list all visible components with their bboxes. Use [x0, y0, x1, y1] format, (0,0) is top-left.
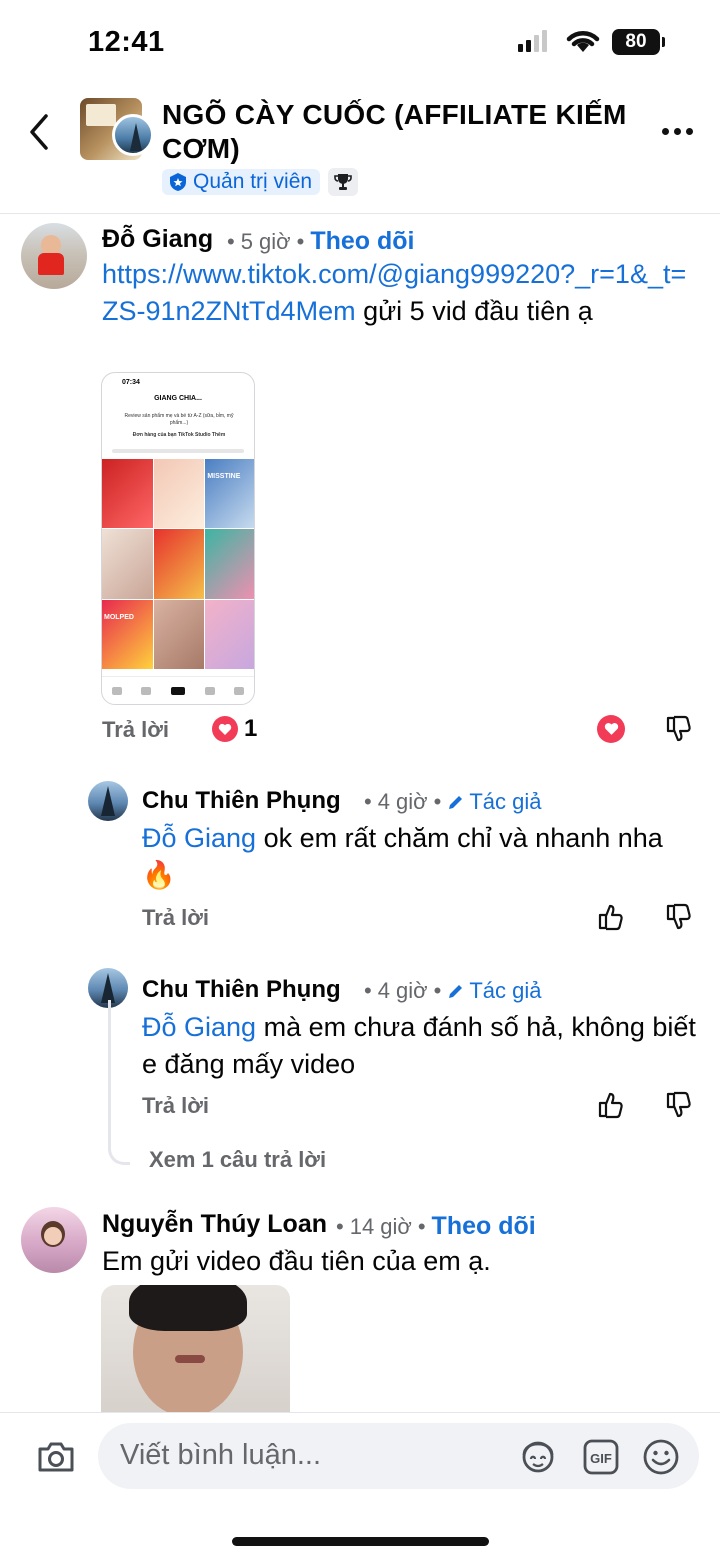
reply-button[interactable]: Trả lời [142, 1093, 209, 1119]
attachment-clock: 07:34 [122, 379, 140, 386]
cellular-signal-icon [518, 30, 547, 52]
meta-separator: • [417, 1213, 426, 1239]
heart-icon [597, 715, 625, 743]
camera-icon[interactable] [36, 1440, 76, 1474]
comment-text: Đỗ Giang mà em chưa đánh số hả, không bi… [142, 1009, 702, 1083]
comment-image-attachment[interactable]: 07:34 GIANG CHIA... Review sản phẩm mẹ v… [101, 372, 255, 705]
reply-button[interactable]: Trả lời [102, 717, 169, 743]
attachment-video-grid: MISSTINE MOLPED [102, 459, 254, 669]
attachment-profile-links: Đơn hàng của bạn TikTok Studio Thêm [132, 432, 226, 438]
pencil-icon [449, 985, 463, 998]
dislike-icon[interactable] [665, 714, 693, 744]
comment-input-placeholder: Viết bình luận... [120, 1439, 322, 1471]
comment-text: Đỗ Giang ok em rất chăm chỉ và nhanh nha… [142, 820, 682, 894]
author-avatar[interactable] [112, 114, 154, 156]
reaction-count: 1 [244, 715, 258, 742]
heart-reaction-icon [212, 716, 238, 742]
love-button[interactable] [597, 715, 625, 743]
admin-badge-label: Quản trị viên [193, 170, 313, 193]
author-badge-label: Tác giả [469, 789, 542, 814]
comment-meta: • 5 giờ • Theo dõi [227, 227, 414, 256]
comment-time: 14 giờ [349, 1213, 412, 1239]
reply-button[interactable]: Trả lời [142, 905, 209, 931]
comment-meta: • 14 giờ • Theo dõi [336, 1212, 536, 1241]
mention-link[interactable]: Đỗ Giang [142, 1012, 256, 1042]
shield-star-icon [170, 173, 186, 191]
avatar-sticker-icon[interactable] [518, 1438, 558, 1476]
meta-separator: • [364, 978, 372, 1003]
attachment-nav-bar [102, 676, 254, 704]
comment-text: Em gửi video đầu tiên của em ạ. [102, 1246, 491, 1276]
meta-separator: • [296, 228, 305, 254]
gif-icon[interactable]: GIF [582, 1438, 620, 1476]
svg-text:GIF: GIF [590, 1451, 612, 1466]
emoji-icon[interactable] [642, 1438, 680, 1476]
reaction-summary[interactable]: 1 [212, 715, 257, 743]
dislike-icon[interactable] [665, 1090, 693, 1120]
comment-meta: • 4 giờ • Tác giả [364, 978, 541, 1004]
comment-meta: • 4 giờ • Tác giả [364, 789, 541, 815]
comment-author-name[interactable]: Đỗ Giang [102, 225, 213, 254]
status-time: 12:41 [88, 26, 165, 58]
comment-time: 4 giờ [377, 978, 428, 1003]
comment-author-name[interactable]: Chu Thiên Phụng [142, 976, 341, 1004]
group-header: NGÕ CÀY CUỐC (AFFILIATE KIẾM CƠM) Quản t… [0, 84, 720, 214]
meta-separator: • [336, 1213, 344, 1239]
avatar-chu-thien-phung[interactable] [88, 781, 128, 821]
admin-badge[interactable]: Quản trị viên [162, 169, 321, 195]
role-badges: Quản trị viên [162, 168, 359, 196]
meta-separator: • [433, 978, 442, 1003]
view-more-replies-button[interactable]: Xem 1 câu trả lời [149, 1147, 326, 1173]
like-icon[interactable] [597, 1090, 625, 1120]
group-title[interactable]: NGÕ CÀY CUỐC (AFFILIATE KIẾM CƠM) [162, 98, 642, 166]
meta-separator: • [433, 789, 442, 814]
meta-separator: • [227, 228, 235, 254]
status-bar: 12:41 80 [0, 0, 720, 84]
battery-icon: 80 [612, 29, 665, 55]
comment-composer: Viết bình luận... GIF [0, 1412, 720, 1557]
author-badge: Tác giả [447, 789, 541, 815]
comment-input[interactable]: Viết bình luận... GIF [98, 1423, 699, 1489]
video-tile-label: MOLPED [104, 613, 134, 621]
more-options-icon[interactable] [662, 128, 693, 135]
comment-text: https://www.tiktok.com/@giang999220?_r=1… [102, 256, 702, 330]
wifi-icon [566, 31, 600, 52]
follow-button[interactable]: Theo dõi [310, 227, 414, 256]
trophy-icon[interactable] [328, 168, 359, 196]
comment-video-attachment[interactable] [101, 1285, 290, 1425]
home-indicator [232, 1537, 489, 1546]
thread-connector [108, 1000, 130, 1165]
back-arrow-icon[interactable] [26, 112, 54, 152]
like-icon[interactable] [597, 902, 625, 932]
comment-author-name[interactable]: Nguyễn Thúy Loan [102, 1210, 327, 1239]
meta-separator: • [364, 789, 372, 814]
follow-button[interactable]: Theo dõi [432, 1212, 536, 1241]
attachment-profile-title: GIANG CHIA... [154, 395, 202, 402]
comment-author-name[interactable]: Chu Thiên Phụng [142, 787, 341, 815]
pencil-icon [449, 796, 463, 809]
dislike-icon[interactable] [665, 902, 693, 932]
author-badge: Tác giả [447, 978, 541, 1004]
avatar-do-giang[interactable] [21, 223, 87, 289]
comment-time: 5 giờ [240, 228, 291, 254]
comment-time: 4 giờ [377, 789, 428, 814]
mention-link[interactable]: Đỗ Giang [142, 823, 256, 853]
author-badge-label: Tác giả [469, 978, 542, 1003]
attachment-profile-bio: Review sản phẩm mẹ và bé từ A-Z (sữa, bỉ… [124, 413, 234, 426]
avatar-nguyen-thuy-loan[interactable] [21, 1207, 87, 1273]
comment-text-content: gửi 5 vid đầu tiên ạ [355, 296, 593, 326]
video-tile-label: MISSTINE [207, 473, 241, 480]
